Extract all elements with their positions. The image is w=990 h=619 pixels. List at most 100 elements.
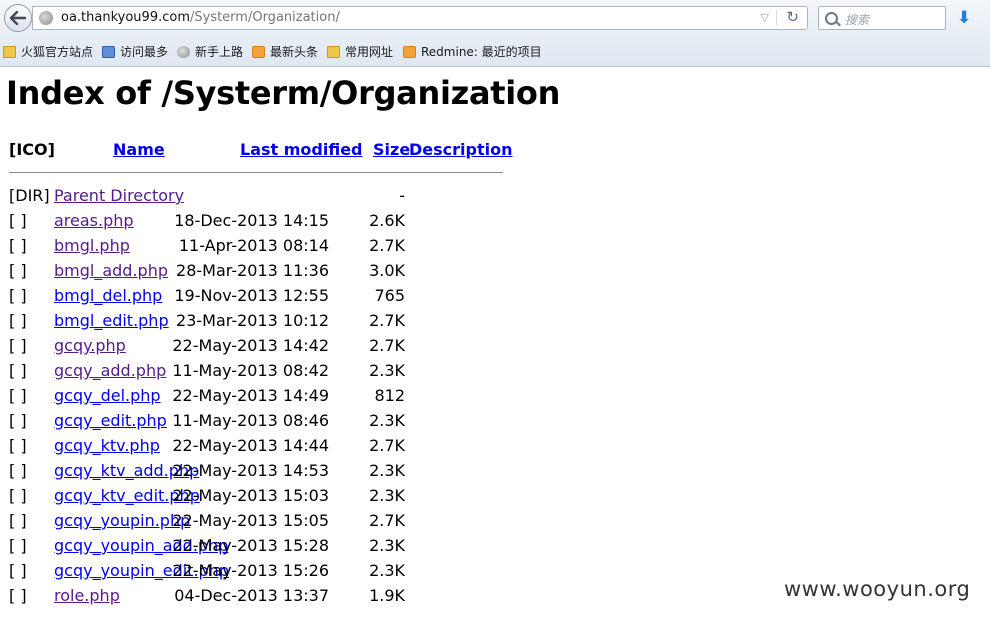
last-modified-cell: 22-May-2013 15:03 [172,486,329,505]
row-type-icon: [ ] [9,461,27,480]
table-row: [ ] gcqy.php 22-May-2013 14:42 2.7K [0,336,500,361]
file-link[interactable]: gcqy_youpin.php [54,511,190,530]
size-cell: 2.3K [369,461,405,480]
file-link[interactable]: gcqy_del.php [54,386,161,405]
globe-icon [177,45,190,58]
last-modified-column-header[interactable]: Last modified [240,140,363,159]
table-row: [ ] gcqy_add.php 11-May-2013 08:42 2.3K [0,361,500,386]
last-modified-cell: 19-Nov-2013 12:55 [174,286,329,305]
table-row: [ ] areas.php 18-Dec-2013 14:15 2.6K [0,211,500,236]
bookmark-item[interactable]: 访问最多 [102,43,168,60]
last-modified-cell: 22-May-2013 15:28 [172,536,329,555]
row-type-icon: [ ] [9,236,27,255]
file-link[interactable]: gcqy_add.php [54,361,166,380]
row-type-icon: [ ] [9,536,27,555]
search-icon[interactable] [825,12,838,25]
urlbar-divider [776,10,777,26]
search-box[interactable]: 搜索 [818,6,946,30]
name-column-header[interactable]: Name [113,140,165,159]
address-bar[interactable]: oa.thankyou99.com/Systerm/Organization/ … [32,6,808,30]
history-dropdown-icon[interactable]: ▽ [761,11,769,24]
reload-icon[interactable]: ↻ [786,8,799,26]
table-row: [ ] bmgl_add.php 28-Mar-2013 11:36 3.0K [0,261,500,286]
size-column-header[interactable]: Size [373,140,410,159]
bookmark-item[interactable]: 新手上路 [177,43,243,60]
file-link[interactable]: bmgl_add.php [54,261,168,280]
table-row: [ ] role.php 04-Dec-2013 13:37 1.9K [0,586,500,611]
back-arrow-icon [10,11,26,25]
last-modified-cell: 11-May-2013 08:42 [172,361,329,380]
row-type-icon: [ ] [9,386,27,405]
download-arrow-icon[interactable]: ⬇ [957,8,971,28]
file-link[interactable]: gcqy.php [54,336,126,355]
size-cell: 2.3K [369,486,405,505]
watermark: www.wooyun.org [784,577,971,601]
header-divider [9,172,503,173]
file-link[interactable]: Parent Directory [54,186,184,205]
size-cell: 2.3K [369,536,405,555]
description-column-header[interactable]: Description [409,140,512,159]
last-modified-cell: 18-Dec-2013 14:15 [174,211,329,230]
url-path: /Systerm/Organization/ [189,10,340,25]
size-cell: 3.0K [369,261,405,280]
last-modified-cell: 22-May-2013 15:26 [172,561,329,580]
table-row: [ ] gcqy_del.php 22-May-2013 14:49 812 [0,386,500,411]
last-modified-cell: 11-Apr-2013 08:14 [178,236,329,255]
last-modified-cell: 22-May-2013 15:05 [172,511,329,530]
row-type-icon: [ ] [9,561,27,580]
bookmark-item[interactable]: 常用网址 [327,43,393,60]
bookmark-label: Redmine: 最近的项目 [421,45,542,59]
row-type-icon: [ ] [9,311,27,330]
ico-column-header: [ICO] [9,140,55,159]
file-link[interactable]: role.php [54,586,120,605]
row-type-icon: [ ] [9,511,27,530]
row-type-icon: [DIR] [9,186,50,205]
file-link[interactable]: bmgl_edit.php [54,311,169,330]
size-cell: 2.7K [369,311,405,330]
row-type-icon: [ ] [9,586,27,605]
table-row: [ ] gcqy_ktv.php 22-May-2013 14:44 2.7K [0,436,500,461]
file-link[interactable]: gcqy_ktv.php [54,436,160,455]
size-cell: 2.7K [369,436,405,455]
file-link[interactable]: bmgl.php [54,236,130,255]
browser-toolbar: oa.thankyou99.com/Systerm/Organization/ … [0,0,990,67]
site-identity-icon[interactable] [39,11,53,25]
folder-icon [327,45,340,58]
bookmark-label: 访问最多 [120,45,169,59]
table-row: [ ] bmgl.php 11-Apr-2013 08:14 2.7K [0,236,500,261]
directory-listing-page: Index of /Systerm/Organization [ICO] Nam… [0,66,990,619]
file-link[interactable]: gcqy_edit.php [54,411,167,430]
rss-icon [403,45,416,58]
file-link[interactable]: bmgl_del.php [54,286,162,305]
table-row: [ ] gcqy_youpin_add.php 22-May-2013 15:28 2… [0,536,500,561]
last-modified-cell: 28-Mar-2013 11:36 [176,261,329,280]
size-cell: 2.7K [369,336,405,355]
size-cell: 1.9K [369,586,405,605]
size-cell: 812 [374,386,405,405]
bookmark-item[interactable]: 火狐官方站点 [3,43,93,60]
file-link[interactable]: areas.php [54,211,134,230]
last-modified-cell: 22-May-2013 14:44 [172,436,329,455]
size-cell: 2.3K [369,561,405,580]
row-type-icon: [ ] [9,361,27,380]
last-modified-cell: 22-May-2013 14:42 [172,336,329,355]
bookmark-label: 火狐官方站点 [21,45,94,59]
size-cell: 2.3K [369,411,405,430]
row-type-icon: [ ] [9,286,27,305]
size-cell: 2.7K [369,511,405,530]
url-host: oa.thankyou99.com [61,10,190,25]
back-button[interactable] [4,4,32,32]
table-row: [ ] gcqy_youpin.php 22-May-2013 15:05 2.7K [0,511,500,536]
rss-icon [252,45,265,58]
last-modified-cell: 22-May-2013 14:53 [172,461,329,480]
table-row: [ ] gcqy_ktv_add.php 22-May-2013 14:53 2.3K [0,461,500,486]
table-row: [DIR] Parent Directory - [0,186,500,211]
bookmarks-toolbar: 火狐官方站点 访问最多 新手上路 最新头条 常用网址 Redmine: 最近的项… [0,40,990,62]
bookmark-item[interactable]: Redmine: 最近的项目 [403,43,542,60]
search-placeholder: 搜索 [845,13,870,27]
url-text[interactable]: oa.thankyou99.com/Systerm/Organization/ [61,10,340,25]
table-row: [ ] bmgl_edit.php 23-Mar-2013 10:12 2.7K [0,311,500,336]
table-row: [ ] gcqy_edit.php 11-May-2013 08:46 2.3K [0,411,500,436]
size-cell: 2.7K [369,236,405,255]
bookmark-item[interactable]: 最新头条 [252,43,318,60]
